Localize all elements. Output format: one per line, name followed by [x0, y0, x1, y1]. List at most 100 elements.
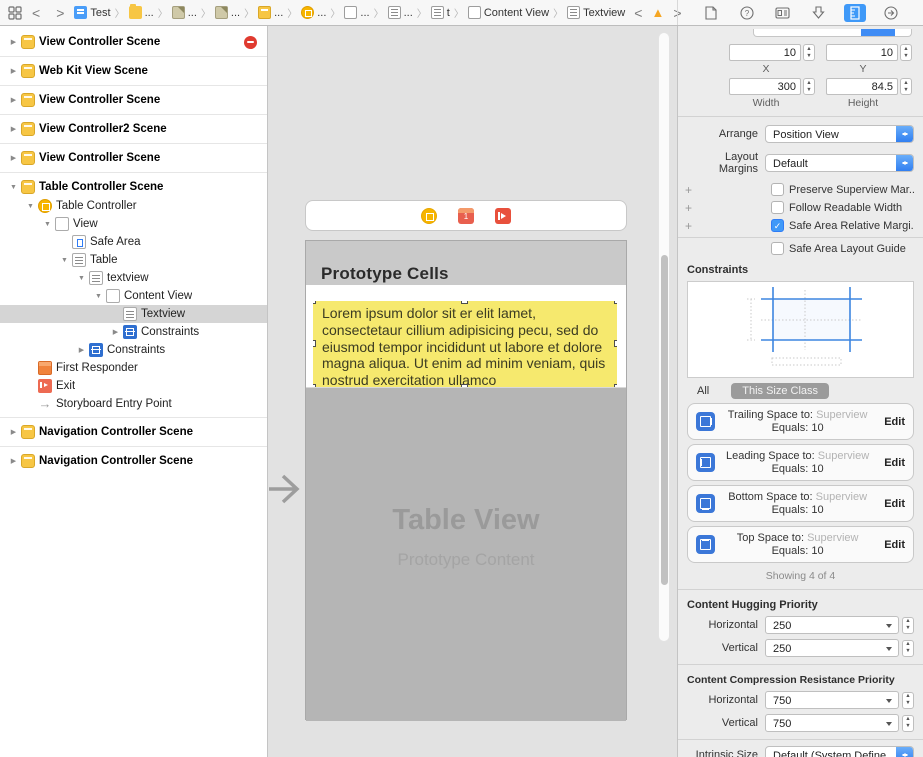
breadcrumb-item[interactable]: t — [447, 7, 450, 19]
breadcrumb-item[interactable]: ... — [360, 7, 369, 19]
safe-area-layout-guide-checkbox[interactable] — [771, 242, 784, 255]
sidebar-item-scene[interactable]: Navigation Controller Scene — [0, 451, 267, 471]
sidebar-item-scene[interactable]: View Controller2 Scene — [0, 119, 267, 139]
disclosure-triangle-icon[interactable] — [8, 38, 19, 46]
warning-icon[interactable]: ▲ — [651, 6, 664, 19]
sidebar-item-constraints[interactable]: Constraints — [0, 323, 267, 341]
stepper[interactable]: ▲ ▼ — [902, 639, 914, 657]
disclosure-triangle-icon[interactable] — [42, 221, 53, 228]
constraints-tab-this-size-class[interactable]: This Size Class — [731, 383, 830, 399]
exit-dock-icon[interactable] — [495, 207, 511, 224]
attributes-inspector-icon[interactable] — [808, 4, 830, 22]
sidebar-item-table[interactable]: Table — [0, 251, 267, 269]
sidebar-item-entry-point[interactable]: → Storyboard Entry Point — [0, 395, 267, 413]
resize-handle[interactable] — [614, 340, 617, 347]
disclosure-triangle-icon[interactable] — [8, 67, 19, 75]
x-field[interactable]: 10 — [729, 44, 801, 61]
disclosure-triangle-icon[interactable] — [8, 96, 19, 104]
scrollbar-thumb[interactable] — [660, 255, 668, 585]
arrange-popup[interactable]: Position View — [765, 125, 914, 143]
constraint-row[interactable]: Leading Space to: Superview Equals: 10 E… — [687, 444, 914, 481]
compression-vertical-combo[interactable]: 750 — [765, 714, 899, 732]
breadcrumb-item[interactable]: ... — [274, 7, 283, 19]
hugging-vertical-combo[interactable]: 250 — [765, 639, 899, 657]
storyboard-entry-arrow-icon[interactable] — [268, 467, 305, 511]
resize-handle[interactable] — [313, 384, 316, 387]
breadcrumb-item[interactable]: Textview — [583, 7, 625, 19]
storyboard-canvas[interactable]: Prototype Cells Lorem ipsum dolor sit er… — [268, 26, 677, 757]
quick-help-icon[interactable]: ? — [736, 4, 758, 22]
follow-readable-width-checkbox[interactable] — [771, 201, 784, 214]
edit-button[interactable]: Edit — [880, 416, 905, 428]
constraint-row[interactable]: Bottom Space to: Superview Equals: 10 Ed… — [687, 485, 914, 522]
breadcrumb-item[interactable]: Content View — [484, 7, 549, 19]
breadcrumb-item[interactable]: Test — [90, 7, 110, 19]
sidebar-item-constraints[interactable]: Constraints — [0, 341, 267, 359]
disclosure-triangle-icon[interactable] — [25, 203, 36, 210]
sidebar-item-scene[interactable]: View Controller Scene — [0, 32, 267, 52]
identity-inspector-icon[interactable] — [772, 4, 794, 22]
resize-handle[interactable] — [461, 301, 468, 304]
resize-handle[interactable] — [461, 384, 468, 387]
add-variation-button[interactable]: + — [685, 219, 692, 233]
back-chevron-icon[interactable]: < — [26, 5, 46, 21]
width-stepper[interactable]: ▲ ▼ — [803, 78, 815, 95]
breadcrumb-item[interactable]: ... — [317, 7, 326, 19]
y-stepper[interactable]: ▲ ▼ — [900, 44, 912, 61]
disclosure-triangle-icon[interactable] — [59, 257, 70, 264]
textview-cell[interactable]: Lorem ipsum dolor sit er elit lamet, con… — [313, 301, 617, 387]
resize-handle[interactable] — [614, 384, 617, 387]
breadcrumb-item[interactable]: ... — [145, 7, 154, 19]
sidebar-item-table-controller-scene[interactable]: Table Controller Scene — [0, 177, 267, 197]
resize-handle[interactable] — [614, 301, 617, 304]
add-variation-button[interactable]: + — [685, 183, 692, 197]
stepper[interactable]: ▲ ▼ — [902, 714, 914, 732]
resize-handle[interactable] — [313, 340, 316, 347]
stepper[interactable]: ▲ ▼ — [902, 691, 914, 709]
breadcrumb-item[interactable]: ... — [231, 7, 240, 19]
height-stepper[interactable]: ▲ ▼ — [900, 78, 912, 95]
view-controller-dock-icon[interactable] — [421, 207, 437, 224]
disclosure-triangle-icon[interactable] — [8, 428, 19, 436]
y-field[interactable]: 10 — [826, 44, 898, 61]
sidebar-item-scene[interactable]: Web Kit View Scene — [0, 61, 267, 81]
related-items-icon[interactable] — [8, 4, 22, 22]
resize-handle[interactable] — [313, 301, 316, 304]
breadcrumb-item[interactable]: ... — [404, 7, 413, 19]
breadcrumb-item[interactable]: ... — [188, 7, 197, 19]
constraints-tab-all[interactable]: All — [697, 385, 709, 397]
edit-button[interactable]: Edit — [880, 539, 905, 551]
file-inspector-icon[interactable] — [700, 4, 722, 22]
sidebar-item-scene[interactable]: Navigation Controller Scene — [0, 422, 267, 442]
sidebar-item-textview[interactable]: Textview — [0, 305, 267, 323]
sidebar-item-view[interactable]: View — [0, 215, 267, 233]
compression-horizontal-combo[interactable]: 750 — [765, 691, 899, 709]
constraint-row[interactable]: Top Space to: Superview Equals: 10 Edit — [687, 526, 914, 563]
sidebar-item-textview-cell[interactable]: textview — [0, 269, 267, 287]
disclosure-triangle-icon[interactable] — [76, 346, 87, 354]
sidebar-item-exit[interactable]: Exit — [0, 377, 267, 395]
height-field[interactable]: 84.5 — [826, 78, 898, 95]
safe-area-relative-margins-checkbox[interactable]: ✓ — [771, 219, 784, 232]
show-popup-partial[interactable] — [753, 29, 912, 37]
forward-chevron-icon[interactable]: > — [50, 5, 70, 21]
disclosure-triangle-icon[interactable] — [8, 154, 19, 162]
issue-back-chevron-icon[interactable]: < — [628, 5, 648, 21]
sidebar-item-first-responder[interactable]: First Responder — [0, 359, 267, 377]
disclosure-triangle-icon[interactable] — [8, 184, 19, 191]
size-inspector-icon[interactable] — [843, 3, 866, 22]
canvas-scrollbar[interactable] — [658, 32, 670, 642]
preserve-superview-checkbox[interactable] — [771, 183, 784, 196]
sidebar-item-content-view[interactable]: Content View — [0, 287, 267, 305]
prototype-cell[interactable]: Lorem ipsum dolor sit er elit lamet, con… — [306, 285, 626, 387]
table-view[interactable]: Prototype Cells Lorem ipsum dolor sit er… — [305, 240, 627, 721]
hugging-horizontal-combo[interactable]: 250 — [765, 616, 899, 634]
constraints-diagram[interactable] — [687, 281, 914, 378]
disclosure-triangle-icon[interactable] — [8, 457, 19, 465]
first-responder-dock-icon[interactable] — [458, 207, 474, 224]
layout-margins-popup[interactable]: Default — [765, 154, 914, 172]
add-variation-button[interactable]: + — [685, 201, 692, 215]
disclosure-triangle-icon[interactable] — [76, 275, 87, 282]
disclosure-triangle-icon[interactable] — [93, 293, 104, 300]
sidebar-item-table-controller[interactable]: Table Controller — [0, 197, 267, 215]
